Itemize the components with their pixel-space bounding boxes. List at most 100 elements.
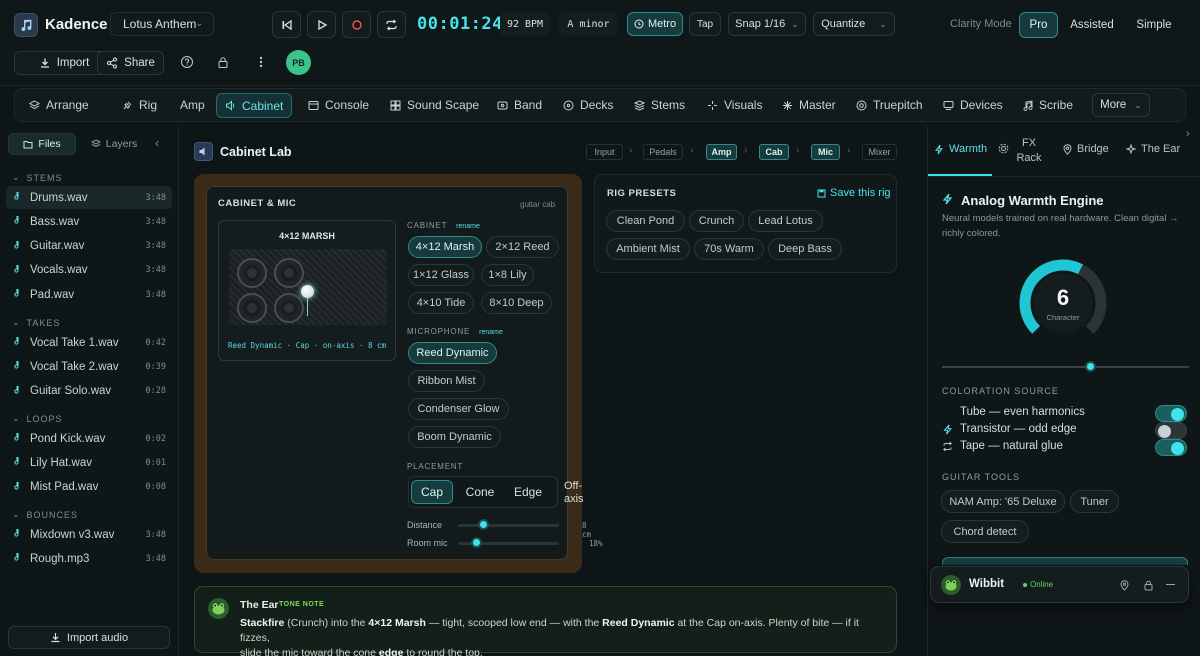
preset-lead-lotus[interactable]: Lead Lotus bbox=[748, 210, 823, 232]
minimize-icon[interactable] bbox=[1166, 584, 1175, 585]
mic-option-boom-dynamic[interactable]: Boom Dynamic bbox=[408, 426, 501, 448]
microphone-rename-link[interactable]: rename bbox=[479, 329, 503, 336]
collapse-right-icon[interactable]: › bbox=[1186, 128, 1190, 140]
crumb-mic[interactable]: Mic bbox=[811, 144, 840, 160]
list-item[interactable]: Pond Kick.wav 0:02 bbox=[6, 427, 172, 450]
list-item[interactable]: Vocal Take 1.wav 0:42 bbox=[6, 331, 172, 354]
cabinet-option-4x10-tide[interactable]: 4×10 Tide bbox=[408, 292, 474, 314]
avatar[interactable]: PB bbox=[286, 50, 311, 75]
pin-icon[interactable] bbox=[1120, 580, 1129, 591]
crumb-amp[interactable]: Amp bbox=[706, 144, 737, 160]
preset-ambient-mist[interactable]: Ambient Mist bbox=[606, 238, 690, 260]
quantize-selector[interactable]: Quantize ⌄ bbox=[813, 12, 895, 36]
clarity-mode-assisted[interactable]: Assisted bbox=[1063, 12, 1121, 38]
skip-back-button[interactable] bbox=[272, 11, 301, 38]
tab-warmth[interactable]: Warmth bbox=[934, 143, 987, 155]
tab-stems[interactable]: Stems bbox=[634, 89, 685, 121]
cabinet-option-1x8-lily[interactable]: 1×8 Lily bbox=[481, 264, 534, 286]
crumb-input[interactable]: Input bbox=[586, 144, 623, 160]
placement-edge[interactable]: Edge bbox=[506, 480, 550, 504]
cabinet-option-8x10-deep[interactable]: 8×10 Deep bbox=[481, 292, 552, 314]
section-loops[interactable]: ⌄ LOOPS bbox=[12, 413, 63, 424]
tuner-chip[interactable]: Tuner bbox=[1070, 490, 1119, 513]
section-takes[interactable]: ⌄ TAKES bbox=[12, 317, 60, 328]
list-item[interactable]: Mixdown v3.wav 3:48 bbox=[6, 523, 172, 546]
preset-clean-pond[interactable]: Clean Pond bbox=[606, 210, 685, 232]
tab-decks[interactable]: Decks bbox=[563, 89, 613, 121]
list-item[interactable]: Lily Hat.wav 0:01 bbox=[6, 451, 172, 474]
bpm-display[interactable]: 92 BPM bbox=[500, 12, 550, 36]
list-item[interactable]: Rough.mp3 3:48 bbox=[6, 547, 172, 570]
wibbit-chat-widget[interactable]: Wibbit Online bbox=[930, 566, 1189, 603]
cabinet-option-4x12-marsh[interactable]: 4×12 Marsh bbox=[408, 236, 482, 258]
preset-70s-warm[interactable]: 70s Warm bbox=[694, 238, 764, 260]
key-display[interactable]: A minor bbox=[559, 12, 618, 36]
character-dial[interactable]: 6 Character bbox=[1013, 253, 1113, 353]
mic-position-marker[interactable] bbox=[301, 285, 314, 298]
tab-console[interactable]: Console bbox=[308, 89, 369, 121]
clarity-mode-simple[interactable]: Simple bbox=[1126, 12, 1182, 38]
mic-option-ribbon-mist[interactable]: Ribbon Mist bbox=[408, 370, 485, 392]
crumb-pedals[interactable]: Pedals bbox=[643, 144, 683, 160]
lock-button[interactable] bbox=[211, 50, 235, 74]
tab-rig[interactable]: Rig bbox=[122, 89, 157, 121]
snap-selector[interactable]: Snap 1/16 ⌄ bbox=[728, 12, 806, 36]
nam-amp-chip[interactable]: NAM Amp: '65 Deluxe bbox=[941, 490, 1065, 513]
character-slider-track[interactable] bbox=[942, 366, 1189, 368]
tab-cabinet[interactable]: Cabinet bbox=[216, 93, 293, 118]
more-options-button[interactable] bbox=[249, 50, 273, 74]
mic-option-condenser-glow[interactable]: Condenser Glow bbox=[408, 398, 509, 420]
preset-crunch[interactable]: Crunch bbox=[689, 210, 744, 232]
placement-cone[interactable]: Cone bbox=[458, 480, 502, 504]
list-item[interactable]: Bass.wav 3:48 bbox=[6, 210, 172, 233]
placement-cap[interactable]: Cap bbox=[411, 480, 453, 504]
tab-truepitch[interactable]: Truepitch bbox=[856, 89, 923, 121]
share-button[interactable]: Share bbox=[97, 51, 164, 75]
tab-bridge[interactable]: Bridge bbox=[1063, 143, 1109, 155]
chord-detect-chip[interactable]: Chord detect bbox=[941, 520, 1029, 543]
tab-amp[interactable]: Amp bbox=[180, 89, 205, 121]
cabinet-option-1x12-glass[interactable]: 1×12 Glass bbox=[408, 264, 474, 286]
placement-off-axis[interactable]: Off-axis bbox=[564, 480, 596, 506]
tab-fx-rack[interactable]: FX Rack bbox=[998, 136, 1043, 166]
tab-master[interactable]: Master bbox=[782, 89, 836, 121]
list-item[interactable]: Mist Pad.wav 0:08 bbox=[6, 476, 172, 499]
record-button[interactable] bbox=[342, 11, 371, 38]
lock-icon[interactable] bbox=[1144, 580, 1153, 591]
section-stems[interactable]: ⌄ STEMS bbox=[12, 172, 63, 183]
tab-devices[interactable]: Devices bbox=[943, 89, 1003, 121]
project-selector[interactable]: Lotus Anthem ⌄ bbox=[110, 12, 214, 36]
tap-tempo-button[interactable]: Tap bbox=[689, 12, 721, 36]
character-slider-knob[interactable] bbox=[1085, 361, 1097, 372]
tab-band[interactable]: Band bbox=[497, 89, 542, 121]
tab-arrange[interactable]: Arrange bbox=[29, 89, 89, 121]
metronome-button[interactable]: Metro bbox=[627, 12, 683, 36]
section-bounces[interactable]: ⌄ BOUNCES bbox=[12, 509, 78, 520]
save-rig-button[interactable]: Save this rig bbox=[817, 187, 891, 199]
import-audio-button[interactable]: Import audio bbox=[8, 626, 170, 649]
crumb-mixer[interactable]: Mixer bbox=[862, 144, 897, 160]
help-button[interactable] bbox=[175, 50, 199, 74]
list-item[interactable]: Vocal Take 2.wav 0:39 bbox=[6, 355, 172, 378]
cabinet-rename-link[interactable]: rename bbox=[456, 223, 480, 230]
tape-toggle[interactable] bbox=[1155, 439, 1187, 456]
list-item[interactable]: Vocals.wav 3:48 bbox=[6, 259, 172, 282]
distance-slider-track[interactable] bbox=[458, 524, 559, 527]
preset-deep-bass[interactable]: Deep Bass bbox=[768, 238, 842, 260]
tab-layers[interactable]: Layers bbox=[84, 133, 144, 155]
tube-toggle[interactable] bbox=[1155, 405, 1187, 422]
list-item[interactable]: Pad.wav 3:48 bbox=[6, 283, 172, 306]
tab-visuals[interactable]: Visuals bbox=[707, 89, 762, 121]
tab-sound-scape[interactable]: Sound Scape bbox=[390, 89, 479, 121]
list-item[interactable]: Guitar.wav 3:48 bbox=[6, 235, 172, 258]
loop-button[interactable] bbox=[377, 11, 406, 38]
tab-the-ear[interactable]: The Ear bbox=[1126, 143, 1180, 155]
tab-files[interactable]: Files bbox=[8, 133, 76, 155]
cabinet-option-2x12-reed[interactable]: 2×12 Reed bbox=[486, 236, 559, 258]
crumb-cab[interactable]: Cab bbox=[759, 144, 789, 160]
transistor-toggle[interactable] bbox=[1155, 422, 1187, 439]
clarity-mode-pro[interactable]: Pro bbox=[1019, 12, 1058, 38]
more-tabs-button[interactable]: More ⌄ bbox=[1092, 93, 1150, 117]
tab-scribe[interactable]: Scribe bbox=[1022, 89, 1073, 121]
list-item[interactable]: Guitar Solo.wav 0:28 bbox=[6, 380, 172, 403]
